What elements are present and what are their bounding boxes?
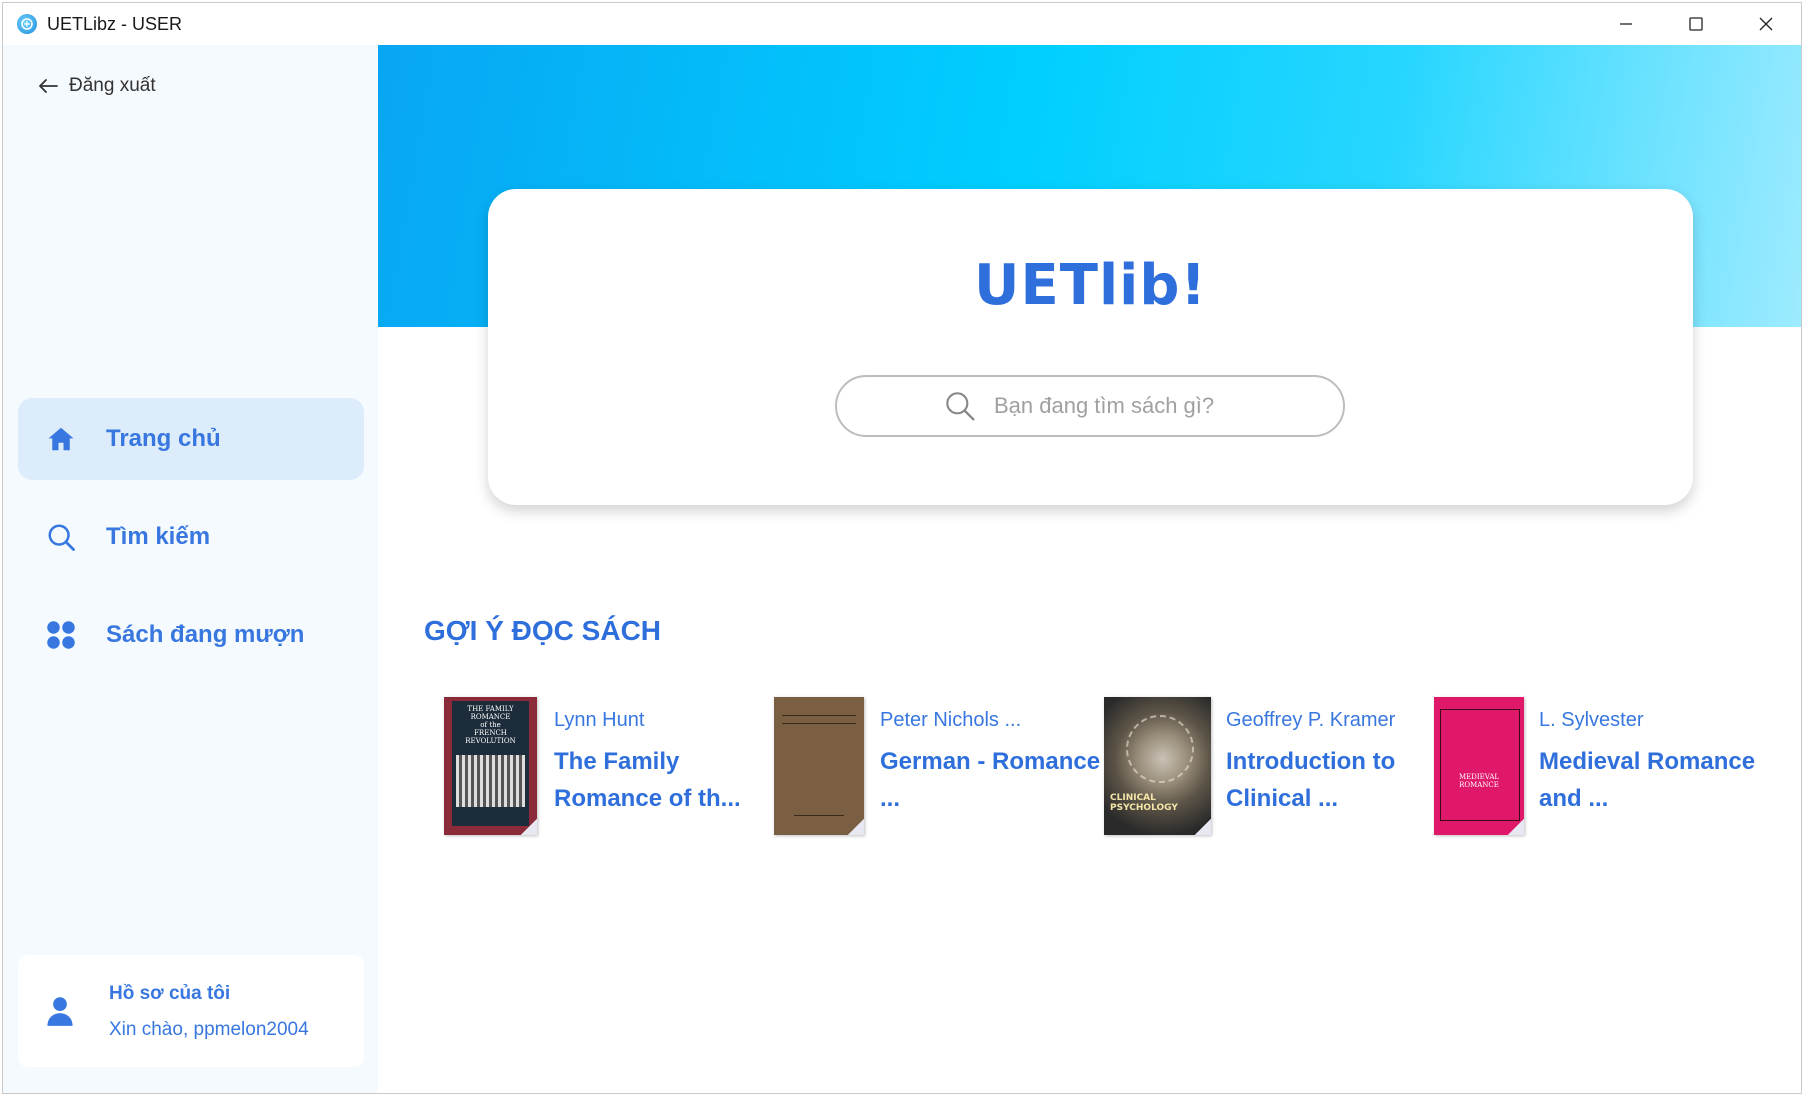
maximize-icon xyxy=(1689,17,1703,31)
close-icon xyxy=(1759,17,1773,31)
minimize-icon xyxy=(1620,23,1632,25)
book-author: Peter Nichols ... xyxy=(880,709,1022,731)
logout-label: Đăng xuất xyxy=(69,75,156,96)
grid-icon xyxy=(46,620,106,650)
nav-item-borrowed-books[interactable]: Sách đang mượn xyxy=(18,594,364,676)
book-cover xyxy=(774,697,864,835)
profile-title: Hồ sơ của tôi xyxy=(109,983,231,1004)
search-card: UETlib! xyxy=(488,189,1693,505)
search-box[interactable] xyxy=(835,375,1345,437)
window-title: UETLibz - USER xyxy=(47,13,183,34)
nav-item-search[interactable]: Tìm kiếm xyxy=(18,496,364,578)
search-icon xyxy=(944,390,976,422)
profile-greeting: Xin chào, ppmelon2004 xyxy=(109,1019,309,1040)
book-title: German - Romance ... xyxy=(880,748,1101,812)
sidebar: Đăng xuất Trang chủ Tìm kiếm Sách đang m… xyxy=(3,45,378,1093)
user-icon xyxy=(46,995,74,1032)
book-card[interactable]: Peter Nichols ... German - Romance ... xyxy=(774,697,1100,837)
section-title: GỢI Ý ĐỌC SÁCH xyxy=(424,615,662,646)
maximize-button[interactable] xyxy=(1661,3,1731,45)
book-card[interactable]: CLINICAL PSYCHOLOGY Geoffrey P. Kramer I… xyxy=(1104,697,1424,837)
close-button[interactable] xyxy=(1731,3,1801,45)
book-title: Medieval Romance and ... xyxy=(1539,748,1756,812)
book-card[interactable]: MEDIEVAL ROMANCE L. Sylvester Medieval Ro… xyxy=(1434,697,1755,837)
search-icon xyxy=(46,522,106,552)
book-title: Introduction to Clinical ... xyxy=(1226,748,1396,812)
profile-card[interactable]: Hồ sơ của tôi Xin chào, ppmelon2004 xyxy=(18,955,364,1067)
nav-item-label: Trang chủ xyxy=(106,425,221,452)
book-cover: MEDIEVAL ROMANCE xyxy=(1434,697,1524,835)
book-card[interactable]: THE FAMILY ROMANCE of the FRENCH REVOLUTION … xyxy=(444,697,764,837)
title-bar: UETLibz - USER xyxy=(3,3,1801,45)
app-window: UETLibz - USER Đăng xuất Trang chủ Tìm k… xyxy=(2,2,1802,1094)
brand-title: UETlib! xyxy=(974,253,1207,318)
main-content: UETlib! GỢI Ý ĐỌC SÁCH THE FAMILYROMANCE… xyxy=(378,45,1801,1093)
nav-item-label: Tìm kiếm xyxy=(106,523,211,550)
book-cover: CLINICAL PSYCHOLOGY xyxy=(1104,697,1211,835)
nav-item-label: Sách đang mượn xyxy=(106,621,305,648)
book-title: The Family Romance of th... xyxy=(554,748,741,812)
book-author: Geoffrey P. Kramer xyxy=(1226,709,1396,731)
book-author: Lynn Hunt xyxy=(554,709,645,731)
search-input[interactable] xyxy=(992,392,1236,420)
book-cover: THE FAMILY ROMANCE of the FRENCH REVOLUTION xyxy=(444,697,537,835)
app-icon xyxy=(17,14,37,34)
nav-item-home[interactable]: Trang chủ xyxy=(18,398,364,480)
minimize-button[interactable] xyxy=(1591,3,1661,45)
book-author: L. Sylvester xyxy=(1539,709,1644,731)
home-icon xyxy=(46,424,106,454)
logout-button[interactable]: Đăng xuất xyxy=(37,75,156,97)
arrow-left-icon xyxy=(37,78,59,94)
